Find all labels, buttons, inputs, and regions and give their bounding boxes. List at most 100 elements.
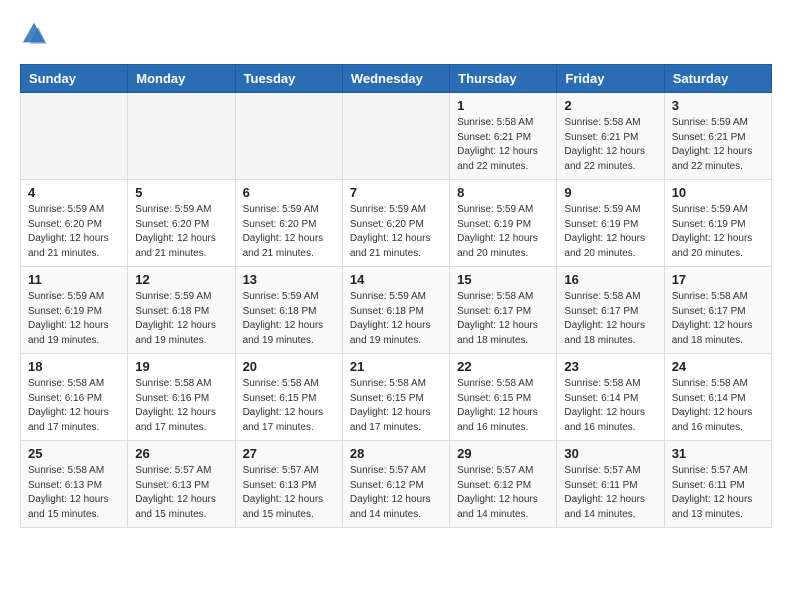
day-number: 10: [672, 185, 764, 200]
calendar-cell: 31 Sunrise: 5:57 AM Sunset: 6:11 PM Dayli…: [664, 441, 771, 528]
calendar-cell: 4 Sunrise: 5:59 AM Sunset: 6:20 PM Daylig…: [21, 180, 128, 267]
day-number: 15: [457, 272, 549, 287]
calendar-cell: 3Sunrise: 5:59 AM Sunset: 6:21 PM Daylig…: [664, 93, 771, 180]
day-number: 12: [135, 272, 227, 287]
cell-content: Sunrise: 5:57 AM Sunset: 6:11 PM Dayligh…: [564, 464, 656, 522]
calendar-body: 1 Sunrise: 5:58 AM Sunset: 6:21 PM Daylig…: [21, 93, 772, 528]
calendar-cell: [235, 93, 342, 180]
day-number: 28: [350, 446, 442, 461]
day-number: 27: [243, 446, 335, 461]
calendar-cell: 11Sunrise: 5:59 AM Sunset: 6:19 PM Dayli…: [21, 267, 128, 354]
calendar-cell: 9Sunrise: 5:59 AM Sunset: 6:19 PM Daylig…: [557, 180, 664, 267]
weekday-header-thursday: Thursday: [450, 65, 557, 93]
day-number: 6: [243, 185, 335, 200]
day-number: 14: [350, 272, 442, 287]
calendar-cell: 27 Sunrise: 5:57 AM Sunset: 6:13 PM Dayli…: [235, 441, 342, 528]
calendar-cell: 7Sunrise: 5:59 AM Sunset: 6:20 PM Daylig…: [342, 180, 449, 267]
day-number: 8: [457, 185, 549, 200]
cell-content: Sunrise: 5:59 AM Sunset: 6:18 PM Dayligh…: [350, 290, 442, 348]
day-number: 5: [135, 185, 227, 200]
day-number: 23: [564, 359, 656, 374]
day-number: 24: [672, 359, 764, 374]
calendar-cell: 1 Sunrise: 5:58 AM Sunset: 6:21 PM Daylig…: [450, 93, 557, 180]
weekday-header-sunday: Sunday: [21, 65, 128, 93]
cell-content: Sunrise: 5:59 AM Sunset: 6:21 PM Dayligh…: [672, 116, 764, 174]
calendar-cell: 23Sunrise: 5:58 AM Sunset: 6:14 PM Dayli…: [557, 354, 664, 441]
day-number: 21: [350, 359, 442, 374]
day-number: 18: [28, 359, 120, 374]
day-number: 31: [672, 446, 764, 461]
cell-content: Sunrise: 5:58 AM Sunset: 6:17 PM Dayligh…: [672, 290, 764, 348]
calendar-cell: 17 Sunrise: 5:58 AM Sunset: 6:17 PM Dayli…: [664, 267, 771, 354]
cell-content: Sunrise: 5:58 AM Sunset: 6:17 PM Dayligh…: [457, 290, 549, 348]
calendar-cell: 25 Sunrise: 5:58 AM Sunset: 6:13 PM Dayli…: [21, 441, 128, 528]
calendar-cell: 8 Sunrise: 5:59 AM Sunset: 6:19 PM Daylig…: [450, 180, 557, 267]
day-number: 13: [243, 272, 335, 287]
calendar-cell: 13 Sunrise: 5:59 AM Sunset: 6:18 PM Dayli…: [235, 267, 342, 354]
cell-content: Sunrise: 5:59 AM Sunset: 6:20 PM Dayligh…: [28, 203, 120, 261]
cell-content: Sunrise: 5:57 AM Sunset: 6:12 PM Dayligh…: [457, 464, 549, 522]
cell-content: Sunrise: 5:57 AM Sunset: 6:13 PM Dayligh…: [135, 464, 227, 522]
calendar-cell: 2 Sunrise: 5:58 AM Sunset: 6:21 PM Daylig…: [557, 93, 664, 180]
calendar-table: SundayMondayTuesdayWednesdayThursdayFrid…: [20, 64, 772, 528]
calendar-cell: 15 Sunrise: 5:58 AM Sunset: 6:17 PM Dayli…: [450, 267, 557, 354]
cell-content: Sunrise: 5:59 AM Sunset: 6:19 PM Dayligh…: [457, 203, 549, 261]
cell-content: Sunrise: 5:59 AM Sunset: 6:19 PM Dayligh…: [28, 290, 120, 348]
calendar-cell: 14 Sunrise: 5:59 AM Sunset: 6:18 PM Dayli…: [342, 267, 449, 354]
weekday-header-friday: Friday: [557, 65, 664, 93]
weekday-header-wednesday: Wednesday: [342, 65, 449, 93]
calendar-cell: 26 Sunrise: 5:57 AM Sunset: 6:13 PM Dayli…: [128, 441, 235, 528]
day-number: 19: [135, 359, 227, 374]
calendar-cell: 18Sunrise: 5:58 AM Sunset: 6:16 PM Dayli…: [21, 354, 128, 441]
cell-content: Sunrise: 5:59 AM Sunset: 6:18 PM Dayligh…: [135, 290, 227, 348]
cell-content: Sunrise: 5:57 AM Sunset: 6:11 PM Dayligh…: [672, 464, 764, 522]
calendar-week-row: 18Sunrise: 5:58 AM Sunset: 6:16 PM Dayli…: [21, 354, 772, 441]
cell-content: Sunrise: 5:58 AM Sunset: 6:21 PM Dayligh…: [564, 116, 656, 174]
calendar-week-row: 25 Sunrise: 5:58 AM Sunset: 6:13 PM Dayli…: [21, 441, 772, 528]
day-number: 4: [28, 185, 120, 200]
calendar-cell: 20 Sunrise: 5:58 AM Sunset: 6:15 PM Dayli…: [235, 354, 342, 441]
cell-content: Sunrise: 5:59 AM Sunset: 6:20 PM Dayligh…: [350, 203, 442, 261]
calendar-cell: 16Sunrise: 5:58 AM Sunset: 6:17 PM Dayli…: [557, 267, 664, 354]
cell-content: Sunrise: 5:58 AM Sunset: 6:13 PM Dayligh…: [28, 464, 120, 522]
calendar-week-row: 4 Sunrise: 5:59 AM Sunset: 6:20 PM Daylig…: [21, 180, 772, 267]
day-number: 17: [672, 272, 764, 287]
calendar-header: SundayMondayTuesdayWednesdayThursdayFrid…: [21, 65, 772, 93]
cell-content: Sunrise: 5:59 AM Sunset: 6:20 PM Dayligh…: [135, 203, 227, 261]
weekday-header-tuesday: Tuesday: [235, 65, 342, 93]
day-number: 25: [28, 446, 120, 461]
weekday-header-monday: Monday: [128, 65, 235, 93]
calendar-cell: [21, 93, 128, 180]
cell-content: Sunrise: 5:59 AM Sunset: 6:19 PM Dayligh…: [564, 203, 656, 261]
cell-content: Sunrise: 5:58 AM Sunset: 6:21 PM Dayligh…: [457, 116, 549, 174]
calendar-cell: 30 Sunrise: 5:57 AM Sunset: 6:11 PM Dayli…: [557, 441, 664, 528]
calendar-cell: 6Sunrise: 5:59 AM Sunset: 6:20 PM Daylig…: [235, 180, 342, 267]
cell-content: Sunrise: 5:57 AM Sunset: 6:12 PM Dayligh…: [350, 464, 442, 522]
calendar-cell: 12 Sunrise: 5:59 AM Sunset: 6:18 PM Dayli…: [128, 267, 235, 354]
weekday-header-row: SundayMondayTuesdayWednesdayThursdayFrid…: [21, 65, 772, 93]
day-number: 1: [457, 98, 549, 113]
cell-content: Sunrise: 5:57 AM Sunset: 6:13 PM Dayligh…: [243, 464, 335, 522]
cell-content: Sunrise: 5:58 AM Sunset: 6:17 PM Dayligh…: [564, 290, 656, 348]
calendar-cell: 29 Sunrise: 5:57 AM Sunset: 6:12 PM Dayli…: [450, 441, 557, 528]
day-number: 20: [243, 359, 335, 374]
day-number: 26: [135, 446, 227, 461]
cell-content: Sunrise: 5:58 AM Sunset: 6:15 PM Dayligh…: [457, 377, 549, 435]
day-number: 29: [457, 446, 549, 461]
weekday-header-saturday: Saturday: [664, 65, 771, 93]
calendar-cell: 22 Sunrise: 5:58 AM Sunset: 6:15 PM Dayli…: [450, 354, 557, 441]
cell-content: Sunrise: 5:58 AM Sunset: 6:15 PM Dayligh…: [243, 377, 335, 435]
calendar-cell: 28 Sunrise: 5:57 AM Sunset: 6:12 PM Dayli…: [342, 441, 449, 528]
day-number: 2: [564, 98, 656, 113]
logo-icon: [20, 20, 48, 48]
calendar-cell: 19Sunrise: 5:58 AM Sunset: 6:16 PM Dayli…: [128, 354, 235, 441]
day-number: 30: [564, 446, 656, 461]
day-number: 22: [457, 359, 549, 374]
cell-content: Sunrise: 5:58 AM Sunset: 6:14 PM Dayligh…: [672, 377, 764, 435]
calendar-week-row: 1 Sunrise: 5:58 AM Sunset: 6:21 PM Daylig…: [21, 93, 772, 180]
calendar-cell: 21Sunrise: 5:58 AM Sunset: 6:15 PM Dayli…: [342, 354, 449, 441]
calendar-cell: 5 Sunrise: 5:59 AM Sunset: 6:20 PM Daylig…: [128, 180, 235, 267]
logo: [20, 20, 52, 48]
calendar-week-row: 11Sunrise: 5:59 AM Sunset: 6:19 PM Dayli…: [21, 267, 772, 354]
cell-content: Sunrise: 5:59 AM Sunset: 6:18 PM Dayligh…: [243, 290, 335, 348]
